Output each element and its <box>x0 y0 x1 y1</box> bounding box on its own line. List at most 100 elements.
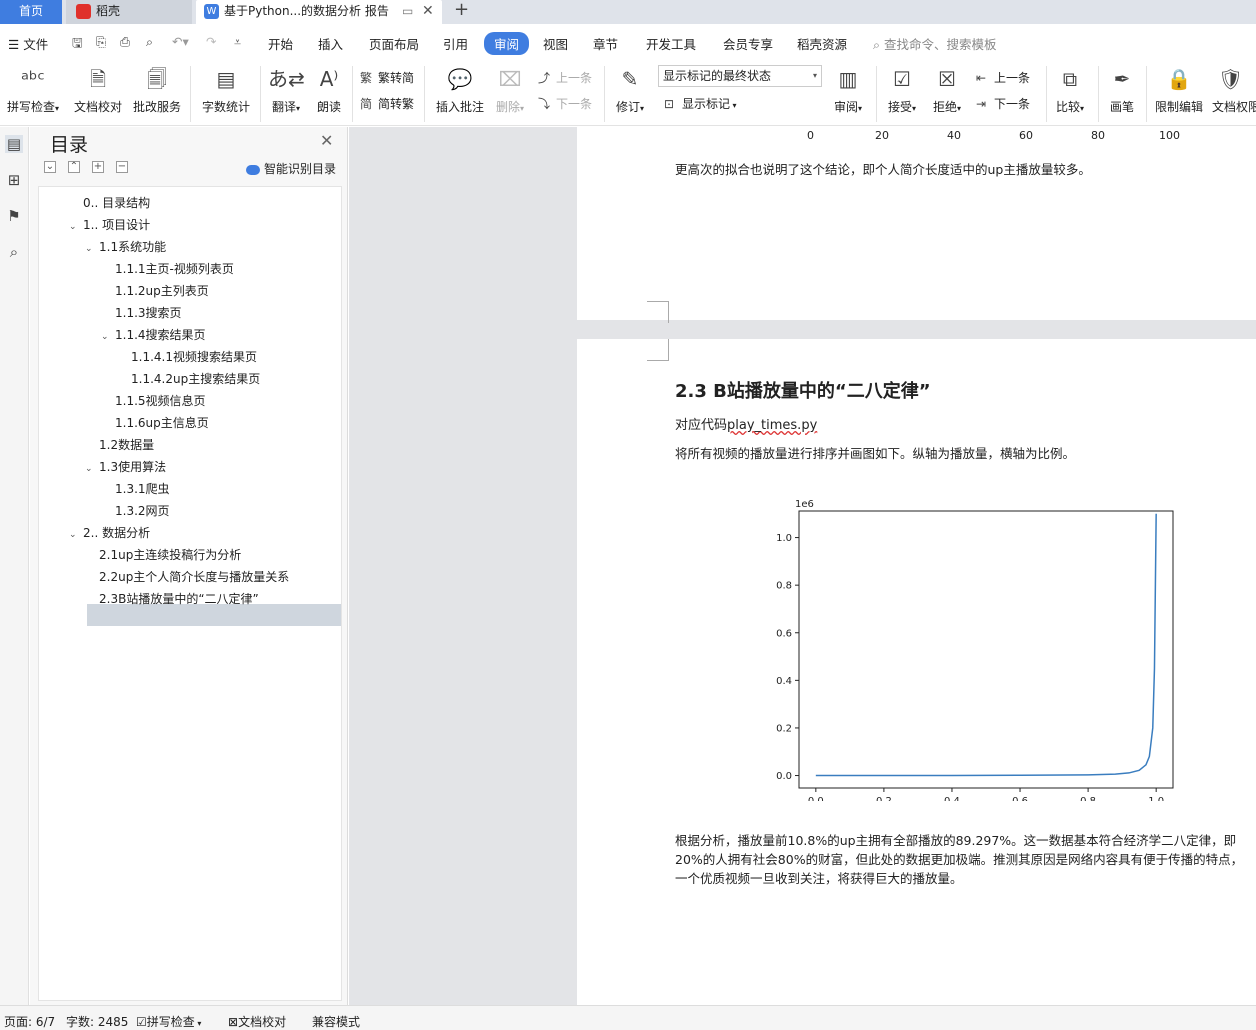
close-tab-icon[interactable]: ✕ <box>422 0 434 22</box>
search-icon[interactable]: ⌕ <box>5 243 23 261</box>
new-tab-icon[interactable]: + <box>454 0 469 20</box>
smart-toc-button[interactable]: 智能识别目录 <box>246 160 336 177</box>
toc-item[interactable]: ⌄ 2.. 数据分析 <box>69 522 150 544</box>
toc-item[interactable]: 1.1.4.2up主搜索结果页 <box>117 368 260 390</box>
status-doc-proof[interactable]: ⊠文档校对 <box>228 1013 286 1030</box>
expand-all-icon[interactable]: ⌄ <box>44 161 56 173</box>
read-aloud-button[interactable]: A⁾ 朗读 <box>312 66 346 115</box>
pen-button[interactable]: ✒ 画笔 <box>1106 66 1138 115</box>
y-tick-label: 1.0 <box>776 533 792 544</box>
menu-member[interactable]: 会员专享 <box>723 34 773 53</box>
print-preview-icon[interactable]: ⌕ <box>146 34 153 50</box>
toc-item[interactable]: 1.1.1主页-视频列表页 <box>101 258 234 280</box>
save-icon[interactable]: 🖫 <box>72 34 83 55</box>
tab-home[interactable]: 首页 <box>0 0 62 24</box>
redo-icon[interactable]: ↷ <box>206 34 216 49</box>
word-count-indicator[interactable]: 字数: 2485 <box>66 1013 128 1030</box>
toc-panel-icon[interactable]: ▤ <box>5 135 23 153</box>
undo-icon[interactable]: ↶▾ <box>172 34 189 49</box>
toc-item[interactable]: ⌄ 1.1.4搜索结果页 <box>101 324 206 346</box>
export-pdf-icon[interactable]: ⎘ <box>96 34 106 50</box>
show-markup-button[interactable]: ⊡ 显示标记 ▾ <box>664 95 737 112</box>
menu-page-layout[interactable]: 页面布局 <box>369 34 419 53</box>
doc-permission-button[interactable]: 🛡 文档权限 <box>1212 66 1256 115</box>
restrict-editing-button[interactable]: 🔒 限制编辑 <box>1152 66 1206 115</box>
delete-comment-button[interactable]: ⌧ 删除▾ <box>494 66 526 115</box>
tab-daoke[interactable]: 稻壳 <box>66 0 192 24</box>
markup-state-select[interactable]: 显示标记的最终状态 ▾ <box>658 65 822 87</box>
collapse-chevron-icon[interactable]: ⌄ <box>85 458 99 480</box>
toc-item[interactable]: 1.1.6up主信息页 <box>101 412 209 434</box>
command-search[interactable]: ⌕ 查找命令、搜索模板 <box>873 34 997 53</box>
conclusion-line: 一个优质视频一旦收到关注，将获得巨大的播放量。 <box>675 871 963 886</box>
ribbon-separator <box>1046 66 1047 122</box>
toc-item[interactable]: 1.3.1爬虫 <box>101 478 170 500</box>
command-search-placeholder: 查找命令、搜索模板 <box>884 37 997 52</box>
spell-check-button[interactable]: ᵃᵇᶜ 拼写检查▾ <box>4 66 62 115</box>
correction-service-button[interactable]: 🗐 批改服务 <box>132 66 182 115</box>
quick-access-dropdown-icon[interactable]: ⩡ <box>234 34 241 50</box>
pin-icon[interactable]: ▭ <box>402 0 413 22</box>
toc-item[interactable]: 1.3.2网页 <box>101 500 170 522</box>
track-changes-button[interactable]: ✎ 修订▾ <box>612 66 648 115</box>
page-indicator[interactable]: 页面: 6/7 <box>4 1013 55 1030</box>
next-change-button[interactable]: ⇥ 下一条 <box>976 95 1030 112</box>
next-comment-button[interactable]: ⤵ 下一条 <box>538 95 592 112</box>
toc-item[interactable]: 2.2up主个人简介长度与播放量关系 <box>85 566 289 588</box>
toc-item-label: 1.3.1爬虫 <box>115 482 170 496</box>
doc-proof-button[interactable]: 🗎 文档校对 <box>73 66 123 115</box>
menu-view[interactable]: 视图 <box>543 34 568 53</box>
tab-document[interactable]: W 基于Python...的数据分析 报告 ▭ ✕ <box>196 0 442 24</box>
doc-permission-icon: 🛡 <box>1218 67 1244 91</box>
collapse-chevron-icon[interactable]: ⌄ <box>85 238 99 260</box>
prev-comment-button[interactable]: ⤴ 上一条 <box>538 69 592 86</box>
reject-button[interactable]: ☒ 拒绝▾ <box>929 66 965 115</box>
toc-item[interactable]: 0.. 目录结构 <box>69 192 150 214</box>
word-count-button[interactable]: ▤ 字数统计 <box>200 66 252 115</box>
toc-item[interactable]: ⌄ 1.3使用算法 <box>85 456 166 478</box>
toc-item[interactable]: 1.2数据量 <box>85 434 154 456</box>
insert-comment-button[interactable]: 💬 插入批注 <box>434 66 486 115</box>
compare-button[interactable]: ⧉ 比较▾ <box>1052 66 1088 115</box>
toc-item[interactable]: ⌄ 1.. 项目设计 <box>69 214 150 236</box>
print-icon[interactable]: ⎙ <box>120 34 130 50</box>
collapse-chevron-icon[interactable]: ⌄ <box>101 326 115 348</box>
collapse-all-icon[interactable]: ⌃ <box>68 161 80 173</box>
document-canvas[interactable]: 0 20 40 60 80 100 更高次的拟合也说明了这个结论，即个人简介长度… <box>349 127 1256 1005</box>
toc-item[interactable]: 1.1.3搜索页 <box>101 302 182 324</box>
menu-file[interactable]: ☰ 文件 <box>8 34 48 53</box>
menu-chapter[interactable]: 章节 <box>593 34 618 53</box>
chapter-nav-icon[interactable]: ⊞ <box>5 171 23 189</box>
spell-check-label: 拼写检查 <box>6 100 55 114</box>
page-crop-mark <box>647 339 669 361</box>
collapse-chevron-icon[interactable]: ⌄ <box>69 216 83 238</box>
toc-item[interactable]: 2.3B站播放量中的“二八定律” <box>85 588 259 610</box>
close-icon[interactable]: ✕ <box>320 131 333 150</box>
remove-level-icon[interactable]: − <box>116 161 128 173</box>
prev-change-button[interactable]: ⇤ 上一条 <box>976 69 1030 86</box>
translate-button[interactable]: あ⇄ 翻译▾ <box>268 66 305 115</box>
trad-to-simp-button[interactable]: 繁繁转简 <box>360 69 414 86</box>
accept-button[interactable]: ☑ 接受▾ <box>884 66 920 115</box>
menu-daoke-resources[interactable]: 稻壳资源 <box>797 34 847 53</box>
collapse-chevron-icon[interactable]: ⌄ <box>69 524 83 546</box>
toc-item-label: 1.. 项目设计 <box>83 218 151 232</box>
y-tick-label: 0.4 <box>776 676 792 687</box>
toc-item[interactable]: 1.1.2up主列表页 <box>101 280 209 302</box>
prev-paragraph: 更高次的拟合也说明了这个结论，即个人简介长度适中的up主播放量较多。 <box>675 162 1091 177</box>
menu-review[interactable]: 审阅 <box>484 32 530 55</box>
toc-item[interactable]: 1.1.4.1视频搜索结果页 <box>117 346 257 368</box>
menu-start[interactable]: 开始 <box>268 34 293 53</box>
status-spell-check[interactable]: ☑拼写检查 ▾ <box>136 1013 201 1030</box>
toc-item[interactable]: ⌄ 1.1系统功能 <box>85 236 166 258</box>
menu-references[interactable]: 引用 <box>443 34 468 53</box>
menu-dev-tools[interactable]: 开发工具 <box>646 34 696 53</box>
menu-insert[interactable]: 插入 <box>318 34 343 53</box>
toc-item-selected[interactable]: 2.1up主连续投稿行为分析 <box>85 544 241 566</box>
add-level-icon[interactable]: + <box>92 161 104 173</box>
simp-to-trad-button[interactable]: 简简转繁 <box>360 95 414 112</box>
y-tick-label: 0.8 <box>776 581 792 592</box>
review-pane-button[interactable]: ▥ 审阅▾ <box>830 66 866 115</box>
bookmark-icon[interactable]: ⚑ <box>5 207 23 225</box>
toc-item[interactable]: 1.1.5视频信息页 <box>101 390 206 412</box>
